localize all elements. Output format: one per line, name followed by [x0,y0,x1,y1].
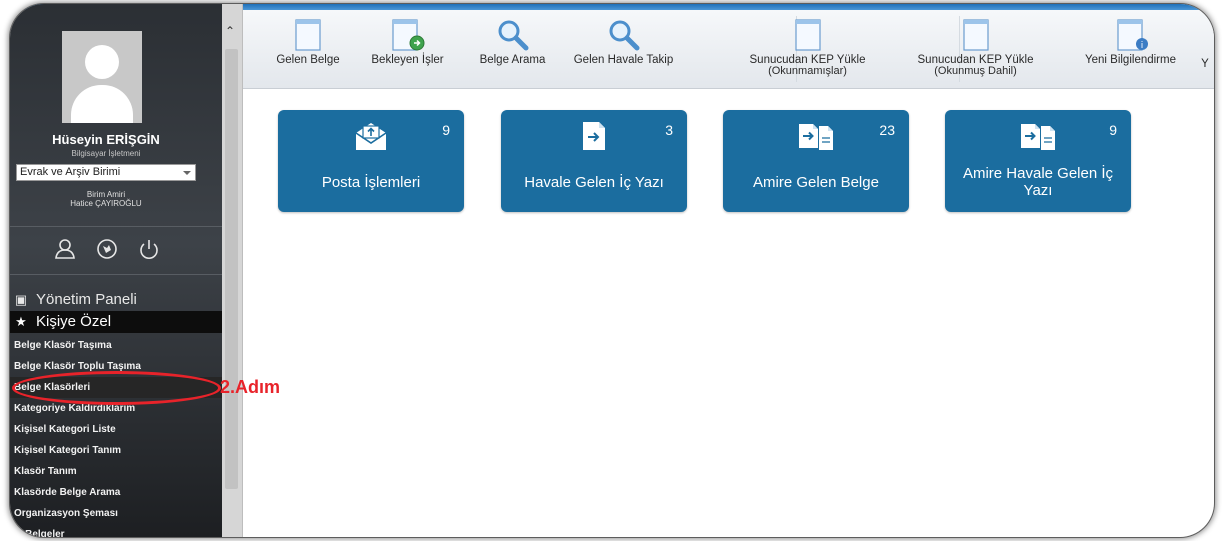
tile-label: Amire Gelen Belge [753,173,879,191]
app-window: Hüseyin ERİŞGİN Bilgisayar İşletmeni Evr… [10,4,1214,537]
sidebar-item-kisisel-kategori-liste[interactable]: Kişisel Kategori Liste [10,419,222,440]
manager-name: Hatice ÇAYIROĞLU [70,199,142,208]
unit-select[interactable]: Evrak ve Arşiv Birimi [16,164,196,181]
sidebar: Hüseyin ERİŞGİN Bilgisayar İşletmeni Evr… [10,4,222,537]
document-icon [263,18,353,52]
tile-label: Posta İşlemleri [321,173,421,191]
sidebar-menu: Belge Klasör Taşıma Belge Klasör Toplu T… [10,335,222,537]
document-icon [903,18,1048,52]
user-icon[interactable] [52,236,78,262]
chevron-down-icon [183,171,191,175]
tile-label: Amire Havale Gelen İç Yazı [962,165,1114,199]
svg-text:i: i [1140,41,1143,51]
sidebar-item-klasorde-belge-arama[interactable]: Klasörde Belge Arama [10,482,222,503]
section-kisiye-ozel[interactable]: ★ Kişiye Özel [10,311,222,333]
tile-count: 9 [1109,122,1117,138]
toolbar-bekleyen-isler[interactable]: Bekleyen İşler [355,18,460,66]
annotation-step-label: 2.Adım [220,377,281,397]
magnifier-icon [561,18,686,52]
user-name: Hüseyin ERİŞGİN [52,132,160,147]
sidebar-item-belge-klasor-tasima[interactable]: Belge Klasör Taşıma [10,335,222,356]
mail-envelope-icon [353,120,389,157]
divider [10,274,222,275]
toolbar-overflow-item[interactable]: Y [1198,58,1212,70]
power-icon[interactable] [136,236,162,262]
document-pending-icon [355,18,460,52]
annotation-highlight-ellipse [12,371,221,405]
tile-count: 3 [665,122,673,138]
globe-icon[interactable] [94,236,120,262]
toolbar-gelen-havale-takip[interactable]: Gelen Havale Takip [561,18,686,66]
toolbar-kep-okunmus-dahil[interactable]: Sunucudan KEP Yükle (Okunmuş Dahil) [903,18,1048,77]
sidebar-scrollbar[interactable]: ⌃ [222,4,243,537]
unit-select-value: Evrak ve Arşiv Birimi [20,166,121,178]
star-icon: ★ [15,314,27,329]
tile-posta-islemleri[interactable]: 9 Posta İşlemleri [278,110,464,212]
tile-label: Havale Gelen İç Yazı [524,173,664,191]
scrollbar-thumb[interactable] [225,49,238,489]
sidebar-item-klasor-tanim[interactable]: Klasör Tanım [10,461,222,482]
briefcase-icon: ▣ [14,292,28,307]
sidebar-item-belgeler[interactable]: ... Belgeler [10,524,222,537]
document-info-icon: i [1068,18,1193,52]
documents-arrow-icon [797,120,835,157]
toolbar: Gelen Belge Bekleyen İşler Belge Arama G… [243,10,1214,89]
section-yonetim-paneli[interactable]: ▣ Yönetim Paneli [10,289,222,311]
tile-havale-gelen-ic-yazi[interactable]: 3 Havale Gelen İç Yazı [501,110,687,212]
magnifier-icon [465,18,560,52]
tile-count: 23 [879,122,895,138]
tile-amire-havale-gelen-ic-yazi[interactable]: 9 Amire Havale Gelen İç Yazı [945,110,1131,212]
user-department: Bilgisayar İşletmeni [71,149,141,158]
documents-arrow-icon [1019,120,1057,157]
section-label: Yönetim Paneli [36,291,137,308]
tile-count: 9 [442,122,450,138]
toolbar-yeni-bilgilendirme[interactable]: i Yeni Bilgilendirme [1068,18,1193,66]
avatar [62,31,142,123]
section-label: Kişiye Özel [36,313,112,330]
document-icon [735,18,880,52]
sidebar-item-kisisel-kategori-tanim[interactable]: Kişisel Kategori Tanım [10,440,222,461]
divider [10,226,222,227]
manager-title: Birim Amiri [86,190,126,199]
toolbar-gelen-belge[interactable]: Gelen Belge [263,18,353,66]
sidebar-action-icons [52,236,162,262]
chevron-up-icon[interactable]: ⌃ [225,24,235,38]
sidebar-item-organizasyon-semasi[interactable]: Organizasyon Şeması [10,503,222,524]
tile-amire-gelen-belge[interactable]: 23 Amire Gelen Belge [723,110,909,212]
toolbar-belge-arama[interactable]: Belge Arama [465,18,560,66]
toolbar-kep-okunmamislar[interactable]: Sunucudan KEP Yükle (Okunmamışlar) [735,18,880,77]
document-arrow-icon [579,120,609,157]
